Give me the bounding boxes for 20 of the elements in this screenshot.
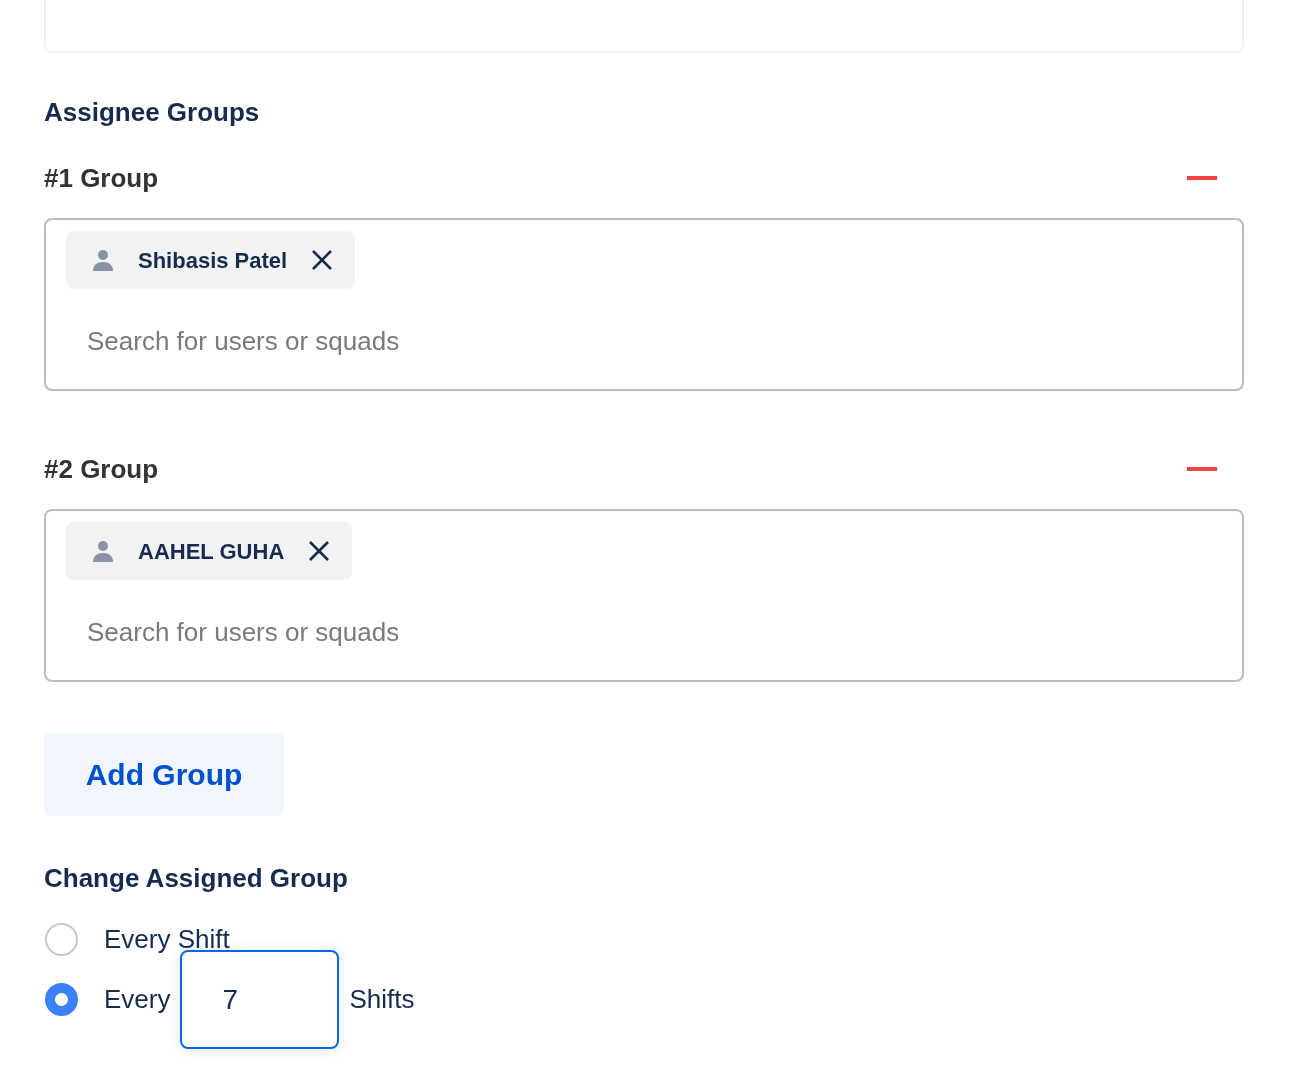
option-label: Every	[104, 983, 171, 1017]
search-field[interactable]: Search for users or squads	[87, 322, 987, 362]
remove-icon[interactable]	[308, 540, 331, 563]
person-icon	[92, 540, 114, 563]
radio-button[interactable]	[45, 922, 78, 956]
remove-icon[interactable]	[311, 249, 334, 272]
remove-group-button[interactable]	[1187, 176, 1217, 181]
remove-group-button[interactable]	[1187, 467, 1217, 472]
radio-button[interactable]	[45, 983, 78, 1017]
group-label: #2 Group	[44, 452, 159, 486]
user-name: Shibasis Patel	[138, 246, 288, 275]
section-title: Change Assigned Group	[44, 863, 349, 895]
group-label: #1 Group	[44, 161, 159, 195]
add-group-button[interactable]: Add Group	[44, 733, 284, 817]
person-icon	[92, 249, 114, 272]
number-field[interactable]: 7	[180, 950, 340, 1050]
user-name: AAHEL GUHA	[138, 537, 285, 566]
section-title: Assignee Groups	[44, 97, 261, 129]
search-field[interactable]: Search for users or squads	[87, 613, 987, 653]
option-label: Shifts	[349, 983, 415, 1017]
